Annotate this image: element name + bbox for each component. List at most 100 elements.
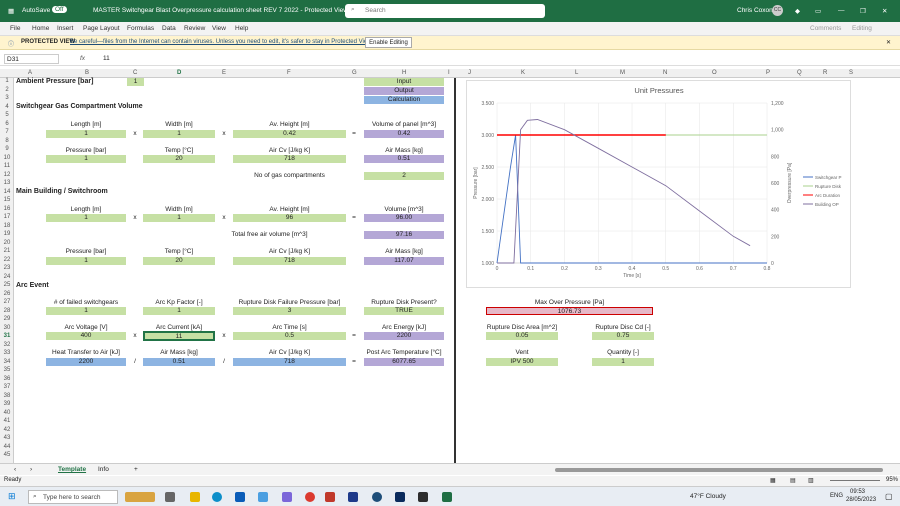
col-header[interactable]: K xyxy=(521,70,525,76)
row-header[interactable]: 14 xyxy=(0,189,14,195)
row-header[interactable]: 31 xyxy=(0,333,14,339)
row-header[interactable]: 34 xyxy=(0,359,14,365)
tab-formulas[interactable]: Formulas xyxy=(127,25,154,32)
search-box[interactable]: ⌕ Search xyxy=(345,4,545,18)
row-header[interactable]: 15 xyxy=(0,197,14,203)
tab-file[interactable]: File xyxy=(10,25,20,32)
row-header[interactable]: 45 xyxy=(0,452,14,458)
app-icon[interactable] xyxy=(282,492,292,502)
row-header[interactable]: 27 xyxy=(0,299,14,305)
input-arc-time[interactable]: 0.5 xyxy=(233,332,346,340)
name-box[interactable]: D31 xyxy=(4,54,59,64)
tab-data[interactable]: Data xyxy=(162,25,176,32)
col-header[interactable]: B xyxy=(85,70,89,76)
col-header[interactable]: C xyxy=(133,70,137,76)
row-header[interactable]: 9 xyxy=(0,146,14,152)
close-bar-icon[interactable]: ✕ xyxy=(886,39,891,46)
input-room-temp[interactable]: 20 xyxy=(143,257,215,265)
row-header[interactable]: 42 xyxy=(0,427,14,433)
row-header[interactable]: 30 xyxy=(0,325,14,331)
zoom-slider[interactable] xyxy=(830,480,880,481)
file-explorer-icon[interactable] xyxy=(190,492,200,502)
tab-help[interactable]: Help xyxy=(235,25,248,32)
row-header[interactable]: 24 xyxy=(0,274,14,280)
windows-start-icon[interactable]: ⊞ xyxy=(8,491,16,502)
row-header[interactable]: 26 xyxy=(0,291,14,297)
enable-editing-button[interactable]: Enable Editing xyxy=(365,37,412,48)
input-room-length[interactable]: 1 xyxy=(46,214,126,222)
row-header[interactable]: 21 xyxy=(0,248,14,254)
row-header[interactable]: 13 xyxy=(0,180,14,186)
normal-view-icon[interactable]: ▦ xyxy=(770,477,776,484)
col-header[interactable]: H xyxy=(402,70,406,76)
col-header[interactable]: L xyxy=(575,70,578,76)
row-header[interactable]: 2 xyxy=(0,87,14,93)
row-header[interactable]: 3 xyxy=(0,95,14,101)
input-rupture-area[interactable]: 0.05 xyxy=(486,332,558,340)
restore-icon[interactable]: ❐ xyxy=(860,7,866,15)
row-header[interactable]: 22 xyxy=(0,257,14,263)
weather[interactable]: 47°F Cloudy xyxy=(690,493,726,500)
app-icon[interactable] xyxy=(418,492,428,502)
task-view-icon[interactable] xyxy=(165,492,175,502)
col-header[interactable]: Q xyxy=(797,70,802,76)
formula-input[interactable]: 11 xyxy=(103,55,110,62)
row-header[interactable]: 29 xyxy=(0,316,14,322)
row-header[interactable]: 23 xyxy=(0,265,14,271)
ambient-pressure-input[interactable]: 1 xyxy=(127,78,144,86)
ribbon-display-icon[interactable]: ▭ xyxy=(815,7,821,15)
input-rupture-present[interactable]: TRUE xyxy=(364,307,444,315)
language[interactable]: ENG xyxy=(830,493,843,499)
tab-prev-icon[interactable]: ‹ xyxy=(14,466,16,473)
row-header[interactable]: 4 xyxy=(0,104,14,110)
row-header[interactable]: 16 xyxy=(0,206,14,212)
row-header[interactable]: 8 xyxy=(0,138,14,144)
row-header[interactable]: 41 xyxy=(0,418,14,424)
row-header[interactable]: 20 xyxy=(0,240,14,246)
page-break-icon[interactable]: ▥ xyxy=(808,477,814,484)
notifications-icon[interactable]: ▢ xyxy=(885,492,893,501)
row-header[interactable]: 1 xyxy=(0,78,14,84)
row-header[interactable]: 43 xyxy=(0,435,14,441)
col-header[interactable]: O xyxy=(712,70,717,76)
freeze-pane-divider[interactable] xyxy=(454,78,456,463)
outlook-icon[interactable] xyxy=(235,492,245,502)
row-header[interactable]: 39 xyxy=(0,401,14,407)
sheet-tab-template[interactable]: Template xyxy=(58,466,86,473)
sheet-tab-info[interactable]: Info xyxy=(98,466,109,473)
mail-icon[interactable] xyxy=(258,492,268,502)
add-sheet-button[interactable]: + xyxy=(134,466,138,473)
input-vent[interactable]: IPV 500 xyxy=(486,358,558,366)
row-header[interactable]: 36 xyxy=(0,376,14,382)
input-rupture-cd[interactable]: 0.75 xyxy=(592,332,654,340)
col-header[interactable]: G xyxy=(352,70,357,76)
row-header[interactable]: 5 xyxy=(0,112,14,118)
row-header[interactable]: 35 xyxy=(0,367,14,373)
minimize-icon[interactable]: — xyxy=(838,7,845,14)
row-header[interactable]: 7 xyxy=(0,129,14,135)
input-height[interactable]: 0.42 xyxy=(233,130,346,138)
autosave-toggle[interactable]: Off xyxy=(52,6,67,13)
input-rupture-pressure[interactable]: 3 xyxy=(233,307,346,315)
input-quantity[interactable]: 1 xyxy=(592,358,654,366)
col-header[interactable]: R xyxy=(823,70,827,76)
copilot-icon[interactable]: ◆ xyxy=(795,7,800,15)
input-width[interactable]: 1 xyxy=(143,130,215,138)
row-header[interactable]: 19 xyxy=(0,231,14,237)
horizontal-scrollbar[interactable] xyxy=(555,468,883,472)
col-header[interactable]: N xyxy=(663,70,667,76)
protected-message[interactable]: Be careful—files from the Internet can c… xyxy=(70,39,373,45)
excel-taskbar-icon[interactable] xyxy=(442,492,452,502)
row-header[interactable]: 11 xyxy=(0,163,14,169)
search-highlight-icon[interactable] xyxy=(125,492,155,502)
input-pressure[interactable]: 1 xyxy=(46,155,126,163)
editing-button[interactable]: Editing xyxy=(852,25,872,32)
input-room-air-cv[interactable]: 718 xyxy=(233,257,346,265)
col-header[interactable]: I xyxy=(448,70,450,76)
taskbar-search[interactable]: ⌕ Type here to search xyxy=(28,490,118,504)
tab-review[interactable]: Review xyxy=(184,25,205,32)
tab-page-layout[interactable]: Page Layout xyxy=(83,25,120,32)
row-header[interactable]: 6 xyxy=(0,121,14,127)
unit-pressures-chart[interactable]: Unit Pressures 1.000 1.500 2.000 2.500 3.000… xyxy=(466,80,851,288)
input-arc-kp[interactable]: 1 xyxy=(143,307,215,315)
